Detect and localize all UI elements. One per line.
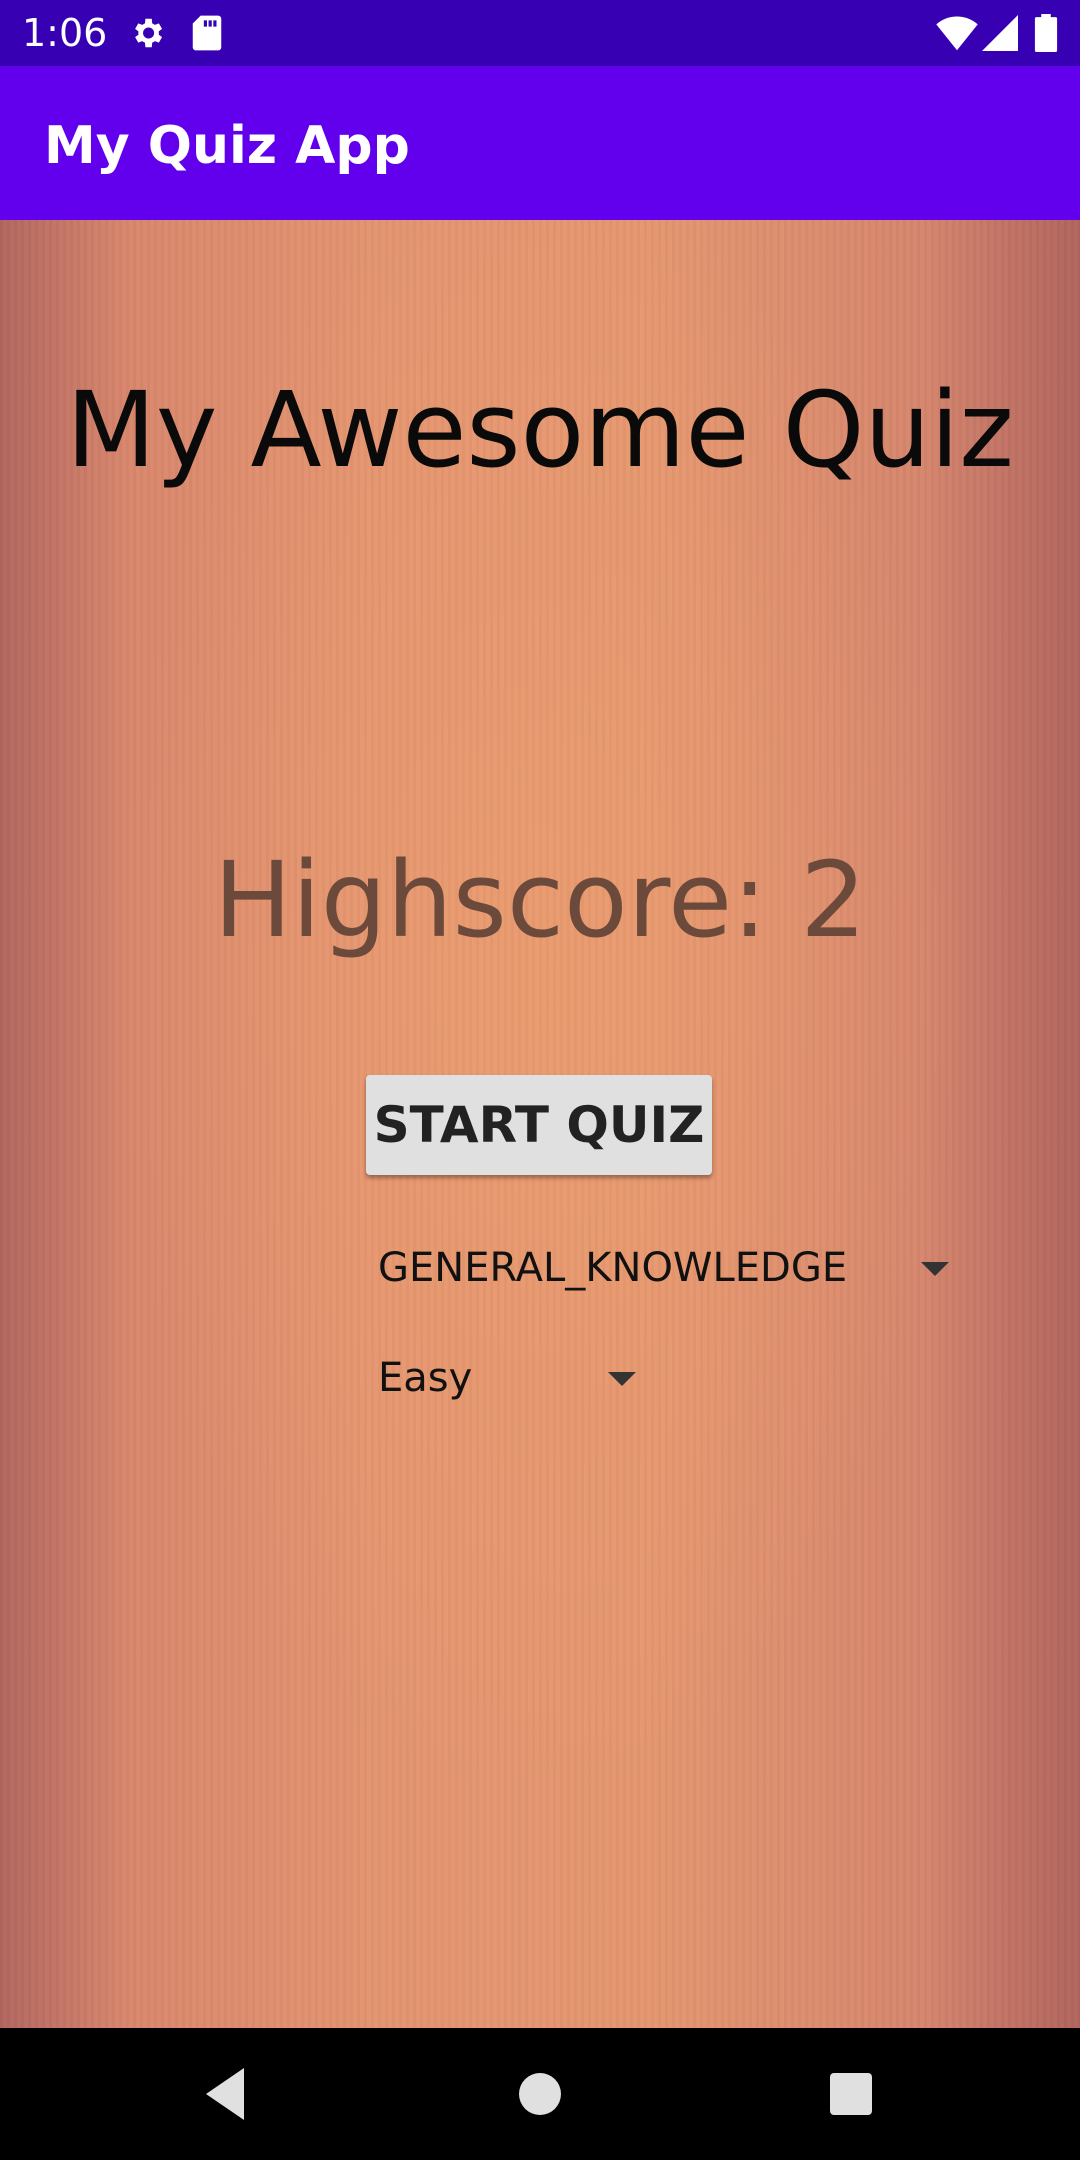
- start-quiz-button[interactable]: START QUIZ: [366, 1075, 712, 1175]
- home-icon[interactable]: [518, 2064, 562, 2129]
- signal-icon: [982, 14, 1018, 57]
- dropdown-arrow-icon: [608, 1372, 636, 1386]
- wifi-icon: [936, 14, 978, 57]
- category-spinner[interactable]: GENERAL_KNOWLEDGE: [378, 1243, 950, 1303]
- quiz-title: My Awesome Quiz: [66, 369, 1014, 491]
- navigation-bar: [0, 2028, 1080, 2160]
- status-bar: 1:06: [0, 0, 1080, 66]
- highscore-text: Highscore: 2: [213, 839, 867, 961]
- category-spinner-value: GENERAL_KNOWLEDGE: [378, 1245, 848, 1291]
- back-icon[interactable]: [200, 2064, 250, 2129]
- status-time: 1:06: [22, 11, 108, 55]
- difficulty-spinner-value: Easy: [378, 1355, 473, 1401]
- main-content: My Awesome Quiz Highscore: 2 START QUIZ …: [0, 220, 1080, 2028]
- app-bar: My Quiz App: [0, 66, 1080, 220]
- settings-icon: [128, 14, 166, 57]
- recents-icon[interactable]: [828, 2064, 874, 2129]
- difficulty-spinner[interactable]: Easy: [378, 1353, 642, 1413]
- battery-icon: [1034, 14, 1058, 57]
- dropdown-arrow-icon: [921, 1262, 949, 1276]
- sd-card-icon: [190, 14, 224, 57]
- app-title: My Quiz App: [44, 116, 410, 176]
